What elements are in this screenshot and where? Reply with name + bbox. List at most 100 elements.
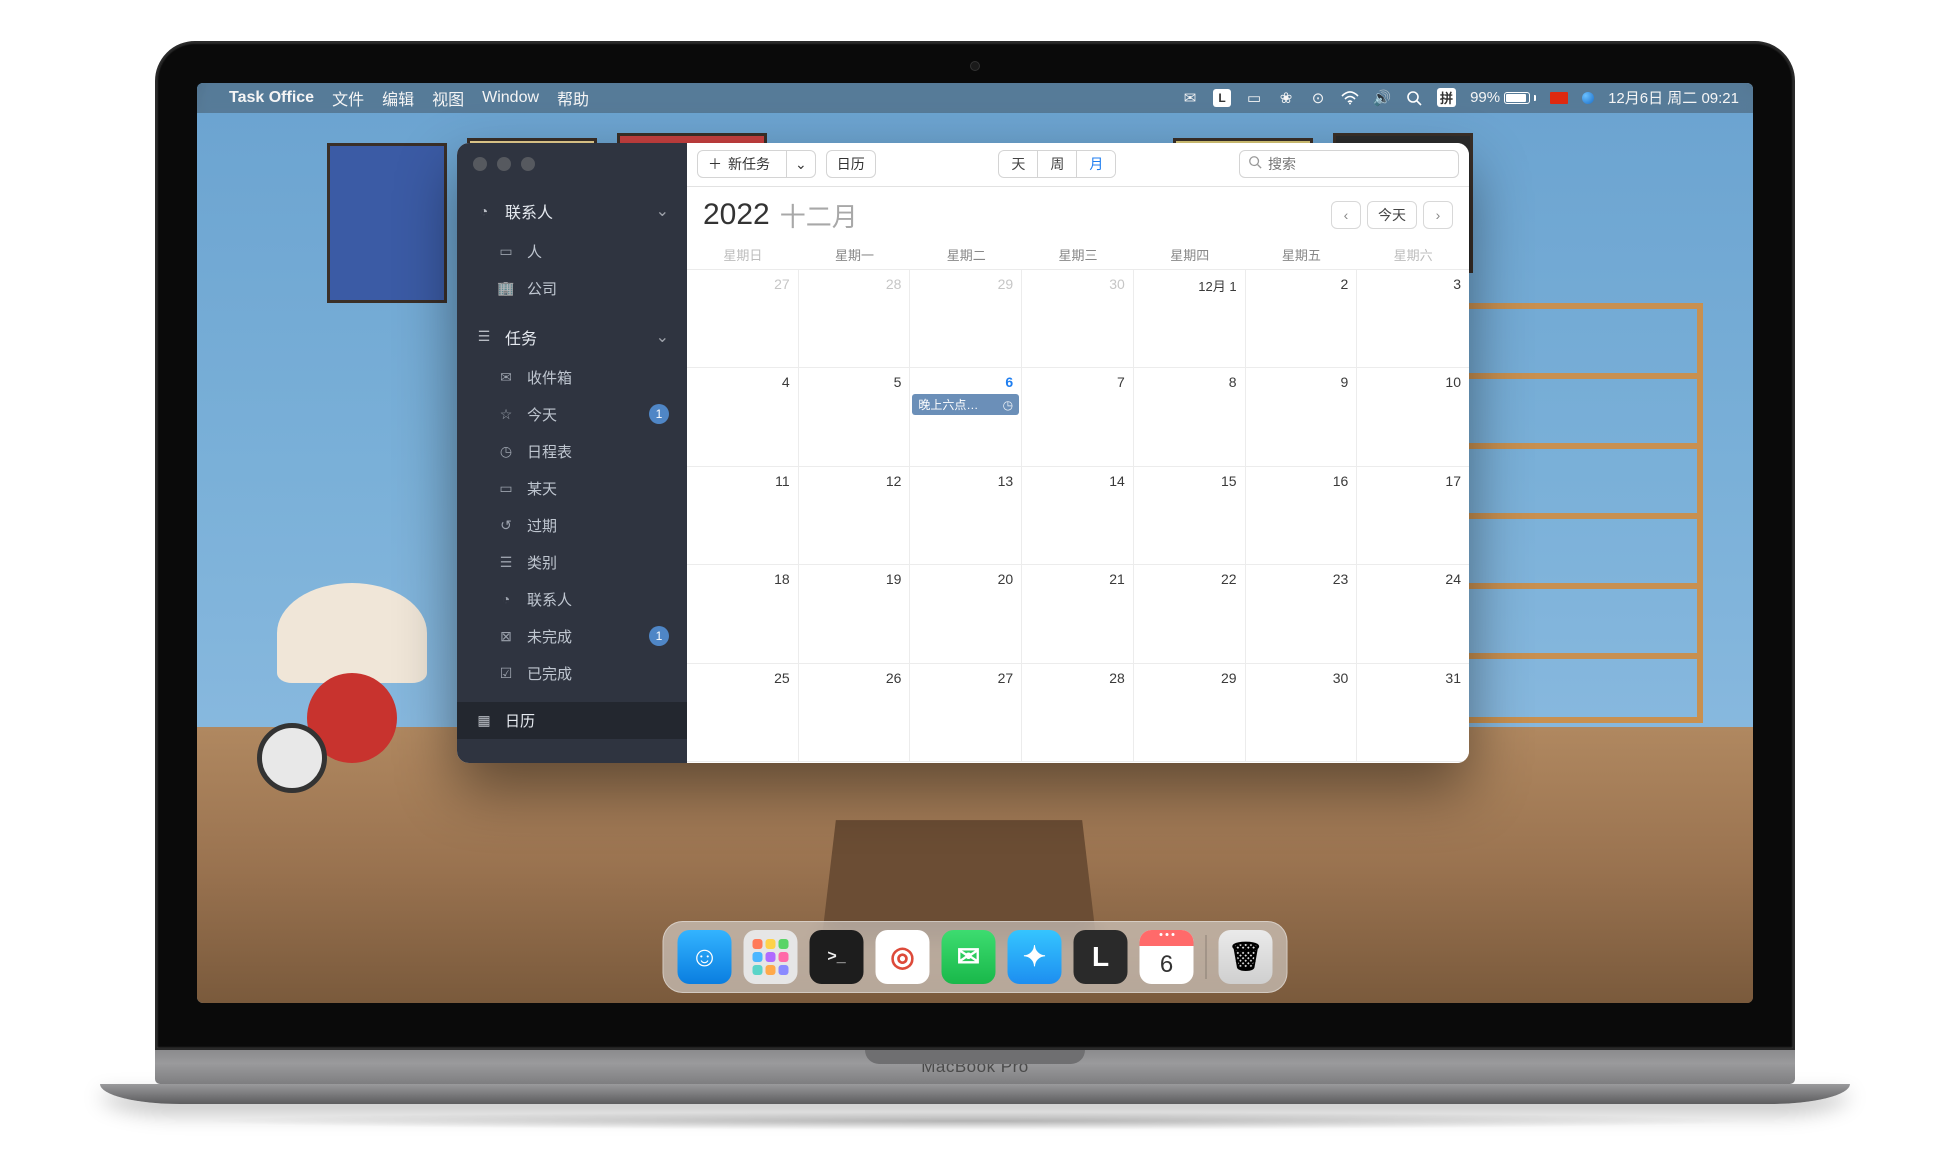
sidebar-item-inbox[interactable]: ✉收件箱 [457,359,687,396]
calendar-cell[interactable]: 29 [1134,664,1246,763]
display-icon[interactable]: ▭ [1245,89,1263,107]
calendar-cell[interactable]: 31 [1357,664,1469,763]
sidebar-item-star[interactable]: ☆今天1 [457,396,687,433]
sidebar-section-tasks[interactable]: ☰ 任务 ⌄ [457,315,687,359]
calendar-cell[interactable]: 8 [1134,368,1246,467]
calendar-cell[interactable]: 24 [1357,565,1469,664]
wifi-icon[interactable] [1341,89,1359,107]
calendar-cell[interactable]: 14 [1022,467,1134,566]
calendar-cell[interactable]: 13 [910,467,1022,566]
close-icon[interactable] [473,157,487,171]
play-icon[interactable]: ⊙ [1309,89,1327,107]
calendar-cell[interactable]: 30 [1246,664,1358,763]
sidebar-section-contacts[interactable]: ◔ 联系人 ⌄ [457,189,687,233]
menu-window[interactable]: Window [482,89,539,107]
menu-file[interactable]: 文件 [332,86,364,110]
calendar-cell[interactable]: 27 [687,270,799,369]
calendar-cell[interactable]: 5 [799,368,911,467]
dock-app-l-app[interactable]: L [1074,930,1128,984]
calendar-cell[interactable]: 28 [799,270,911,369]
today-button[interactable]: 今天 [1367,201,1417,229]
sidebar-item-calendar[interactable]: ▦ 日历 [457,702,687,739]
sidebar-item-company[interactable]: 🏢 公司 [457,270,687,307]
calendar-cell[interactable]: 12月 1 [1134,270,1246,369]
search-field[interactable] [1239,150,1459,178]
calendar-cell[interactable]: 21 [1022,565,1134,664]
calendar-cell[interactable]: 17 [1357,467,1469,566]
dock-app-chrome[interactable]: ◎ [876,930,930,984]
plus-icon: ＋ [708,154,722,174]
sidebar-item-people[interactable]: ▭ 人 [457,233,687,270]
calendar-cell[interactable]: 20 [910,565,1022,664]
menu-view[interactable]: 视图 [432,86,464,110]
chevron-down-icon[interactable]: ⌄ [786,151,815,177]
calendar-cell[interactable]: 4 [687,368,799,467]
calendar-cell[interactable]: 18 [687,565,799,664]
siri-icon[interactable] [1582,92,1594,104]
menubar-datetime[interactable]: 12月6日 周二 09:21 [1608,87,1739,108]
minimize-icon[interactable] [497,157,511,171]
sidebar-item-clock[interactable]: ◷日程表 [457,433,687,470]
weekday-label: 星期一 [799,240,911,269]
calendar-cell[interactable]: 2 [1246,270,1358,369]
sidebar-item-tag[interactable]: ☰类别 [457,544,687,581]
next-month-button[interactable]: › [1423,201,1453,229]
dock-app-terminal[interactable]: >_ [810,930,864,984]
new-task-button[interactable]: ＋新任务 ⌄ [697,150,816,178]
trash-icon[interactable]: 🗑 [1219,930,1273,984]
calendar-cell[interactable]: 19 [799,565,911,664]
calendar-cell[interactable]: 28 [1022,664,1134,763]
clipboard-icon: ☰ [475,328,493,345]
calendar-cell[interactable]: 6晚上六点…◷ [910,368,1022,467]
calendar-cell[interactable]: 15 [1134,467,1246,566]
view-day[interactable]: 天 [999,151,1037,177]
day-number: 27 [774,276,790,292]
calendar-cell[interactable]: 26 [799,664,911,763]
menu-edit[interactable]: 编辑 [382,86,414,110]
calendar-cell[interactable]: 7 [1022,368,1134,467]
view-month[interactable]: 月 [1076,151,1115,177]
calendar-cell[interactable]: 22 [1134,565,1246,664]
calendar-button[interactable]: 日历 [826,150,876,178]
day-number: 7 [1117,374,1125,390]
menu-help[interactable]: 帮助 [557,86,589,110]
view-week[interactable]: 周 [1037,151,1076,177]
fullscreen-icon[interactable] [521,157,535,171]
calendar-cell[interactable]: 9 [1246,368,1358,467]
dock-app-safari[interactable]: ✦ [1008,930,1062,984]
wechat-menubar-icon[interactable]: ✉ [1181,89,1199,107]
calendar-event[interactable]: 晚上六点…◷ [912,394,1019,415]
sidebar-item-calendar-day[interactable]: ▭某天 [457,470,687,507]
calendar-cell[interactable]: 30 [1022,270,1134,369]
calendar-cell[interactable]: 29 [910,270,1022,369]
day-number: 2 [1340,276,1348,292]
dock-app-finder[interactable]: ☺ [678,930,732,984]
battery-indicator[interactable]: 99% [1470,89,1536,106]
calendar-cell[interactable]: 23 [1246,565,1358,664]
spotlight-icon[interactable] [1405,89,1423,107]
photos-icon[interactable]: ❀ [1277,89,1295,107]
day-number: 12 [886,473,902,489]
calendar-cell[interactable]: 10 [1357,368,1469,467]
ime-indicator[interactable]: 拼 [1437,88,1456,107]
menubar-app-name[interactable]: Task Office [229,89,314,107]
input-flag-icon[interactable] [1550,92,1568,104]
sidebar-item-check-square[interactable]: ☑已完成 [457,655,687,692]
calendar-cell[interactable]: 16 [1246,467,1358,566]
weekday-label: 星期二 [910,240,1022,269]
volume-icon[interactable]: 🔊 [1373,89,1391,107]
sidebar-item-person[interactable]: ◔联系人 [457,581,687,618]
sidebar-item-history[interactable]: ↺过期 [457,507,687,544]
calendar-cell[interactable]: 11 [687,467,799,566]
dock-app-calendar[interactable]: 6 [1140,930,1194,984]
calendar-cell[interactable]: 3 [1357,270,1469,369]
prev-month-button[interactable]: ‹ [1331,201,1361,229]
calendar-cell[interactable]: 12 [799,467,911,566]
calendar-cell[interactable]: 25 [687,664,799,763]
dock-app-wechat[interactable]: ✉ [942,930,996,984]
l-menubar-icon[interactable]: L [1213,89,1231,107]
search-input[interactable] [1268,156,1450,172]
dock-app-launchpad[interactable] [744,930,798,984]
calendar-cell[interactable]: 27 [910,664,1022,763]
sidebar-item-x-square[interactable]: ⊠未完成1 [457,618,687,655]
